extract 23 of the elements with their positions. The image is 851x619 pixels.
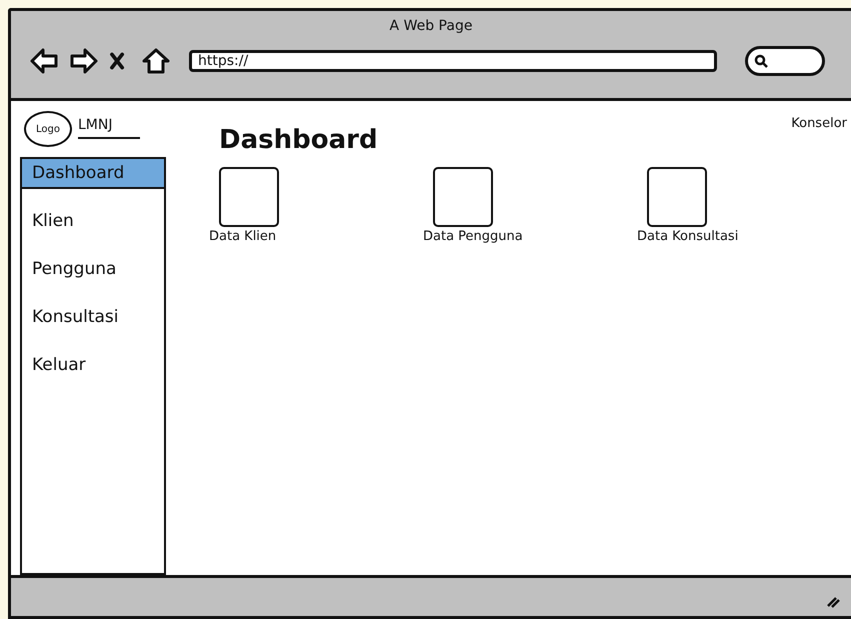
forward-arrow-icon[interactable]	[69, 47, 99, 75]
tile-label[interactable]: Data Pengguna	[423, 229, 523, 244]
search-field[interactable]	[745, 46, 825, 76]
menu-item[interactable]: Klien	[22, 189, 164, 238]
menu-item[interactable]: Konsultasi	[22, 285, 164, 334]
tile-placeholder[interactable]	[647, 167, 707, 228]
page-heading: Dashboard	[219, 125, 379, 156]
menu-item[interactable]: Dashboard	[22, 159, 164, 190]
tile-label[interactable]: Data Konsultasi	[637, 229, 738, 244]
resize-grip-icon[interactable]	[826, 594, 840, 608]
menu-item[interactable]: Pengguna	[22, 237, 164, 286]
tile-placeholder[interactable]	[433, 167, 493, 228]
brand-name: LMNJ	[78, 111, 140, 140]
window-title: A Web Page	[388, 17, 474, 34]
address-field[interactable]: https://	[189, 50, 717, 72]
logo: Logo	[24, 111, 72, 148]
home-icon[interactable]	[141, 47, 171, 75]
tile-label[interactable]: Data Klien	[209, 229, 276, 244]
user-name[interactable]: Konselor	[791, 116, 847, 132]
back-arrow-icon[interactable]	[29, 47, 59, 75]
search-icon	[754, 54, 768, 68]
menu-item[interactable]: Keluar	[22, 333, 164, 382]
tile-placeholder[interactable]	[219, 167, 279, 228]
